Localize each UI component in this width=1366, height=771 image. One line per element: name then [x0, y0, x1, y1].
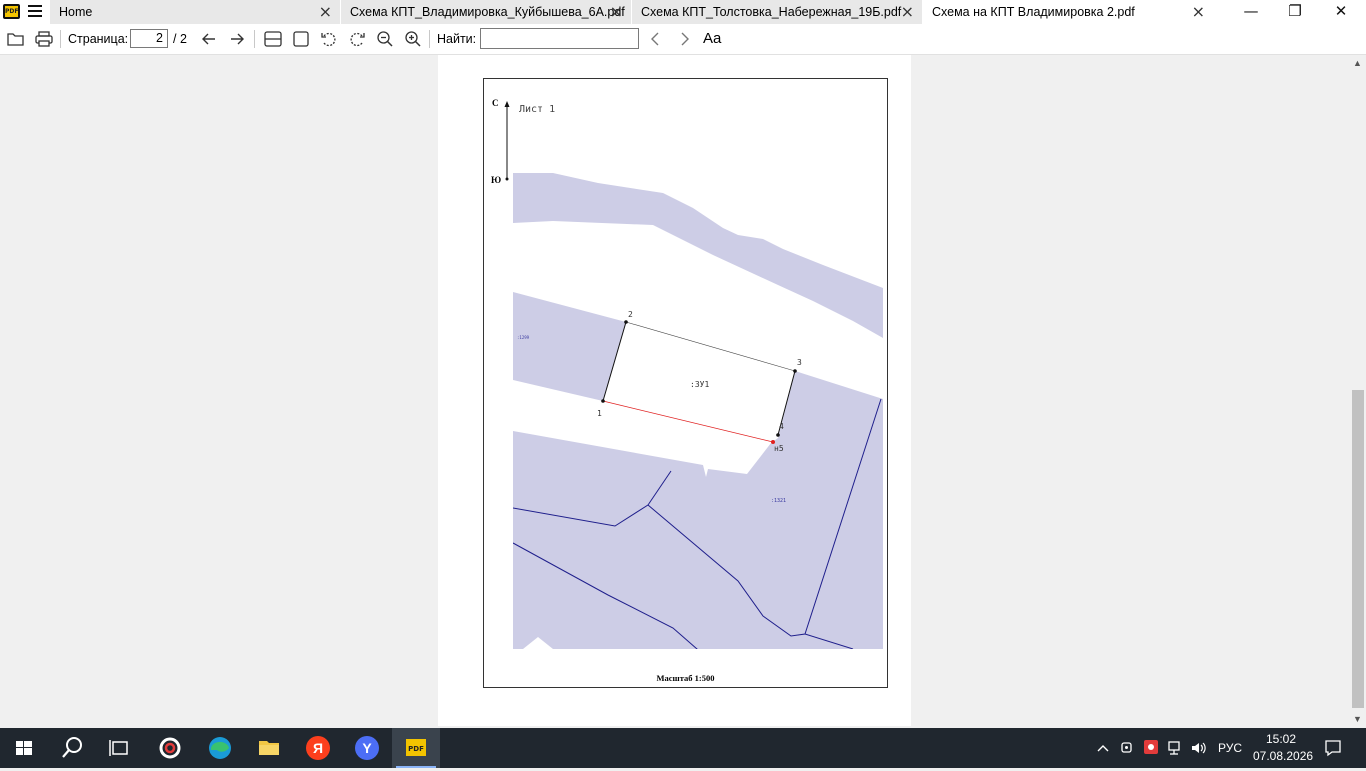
previous-page-icon[interactable]: [199, 29, 219, 49]
webcam-icon[interactable]: [1120, 740, 1134, 756]
find-next-icon[interactable]: [674, 29, 694, 49]
tab-label: Home: [59, 5, 93, 19]
vertex-point: [776, 433, 780, 437]
vertex-point: [793, 369, 797, 373]
edge-icon[interactable]: [196, 728, 244, 768]
svg-text:Y: Y: [362, 740, 372, 756]
point-label: 3: [797, 358, 802, 367]
clock-time[interactable]: 15:02: [1266, 732, 1296, 746]
fit-width-icon[interactable]: [263, 29, 283, 49]
notifications-icon[interactable]: [1324, 739, 1342, 757]
vertex-point: [624, 320, 628, 324]
toolbar-separator: [254, 30, 255, 48]
neighbor-label: :1321: [771, 498, 786, 504]
tab-label: Схема КПТ_Толстовка_Набережная_19Б.pdf: [641, 5, 902, 19]
network-icon[interactable]: [1167, 740, 1185, 756]
page-total: / 2: [173, 32, 187, 46]
svg-text:PDF: PDF: [408, 745, 424, 753]
neighbor-label: :1299: [517, 335, 530, 340]
language-indicator[interactable]: РУС: [1218, 741, 1242, 755]
close-icon[interactable]: ×: [1192, 2, 1205, 21]
toolbar: Страница: 2 / 2 Найти: Aa: [0, 24, 1366, 55]
cadastral-map: 1 2 3 4 н5 :ЗУ1 :1299 :1321: [513, 173, 883, 649]
task-view-icon[interactable]: [96, 728, 144, 768]
toolbar-separator: [60, 30, 61, 48]
north-arrow-icon: [504, 101, 510, 181]
app-tray-icon[interactable]: [1143, 739, 1159, 755]
rotate-right-icon[interactable]: [347, 29, 367, 49]
pdf-page: С Ю Лист 1 1 2 3 4 н5:ЗУ1:1299:1321 М…: [438, 55, 911, 726]
tab-document-2[interactable]: Схема КПТ_Толстовка_Набережная_19Б.pdf ×: [632, 0, 923, 24]
chevron-up-icon[interactable]: [1096, 741, 1110, 755]
ccleaner-icon[interactable]: [146, 728, 194, 768]
yandex-icon[interactable]: Я: [294, 728, 342, 768]
scroll-down-icon[interactable]: ▼: [1353, 714, 1362, 724]
close-icon[interactable]: ×: [319, 2, 332, 21]
vertex-point: [601, 399, 605, 403]
tab-document-1[interactable]: Схема КПТ_Владимировка_Куйбышева_6А.pdf …: [341, 0, 632, 24]
close-window-button[interactable]: ✕: [1318, 0, 1364, 24]
page-label: Страница:: [68, 32, 129, 46]
tab-document-3[interactable]: Схема на КПТ Владимировка 2.pdf ×: [923, 0, 1214, 24]
tab-label: Схема КПТ_Владимировка_Куйбышева_6А.pdf: [350, 5, 625, 19]
document-viewer: С Ю Лист 1 1 2 3 4 н5:ЗУ1:1299:1321 М…: [0, 55, 1350, 728]
vertical-scrollbar[interactable]: ▲ ▼: [1350, 55, 1366, 728]
yandex-browser-icon[interactable]: Y: [343, 728, 391, 768]
print-icon[interactable]: [34, 29, 54, 49]
minimize-button[interactable]: —: [1228, 0, 1274, 24]
start-icon[interactable]: [0, 728, 48, 768]
pdf-reader-icon[interactable]: PDF: [392, 728, 440, 768]
search-icon[interactable]: [48, 728, 96, 768]
app-logo-icon[interactable]: PDF: [3, 4, 20, 19]
close-icon[interactable]: ×: [901, 2, 914, 21]
scroll-up-icon[interactable]: ▲: [1353, 58, 1362, 68]
tab-home[interactable]: Home ×: [50, 0, 341, 24]
zoom-in-icon[interactable]: [403, 29, 423, 49]
find-previous-icon[interactable]: [646, 29, 666, 49]
svg-text:Я: Я: [313, 740, 323, 756]
open-folder-icon[interactable]: [6, 29, 26, 49]
close-icon[interactable]: ×: [610, 2, 623, 21]
find-label: Найти:: [437, 32, 477, 46]
restore-button[interactable]: ❐: [1272, 0, 1318, 24]
clock-date[interactable]: 07.08.2026: [1253, 749, 1313, 763]
match-case-button[interactable]: Aa: [703, 30, 721, 47]
taskbar: Я Y PDF РУС 15:02 07.08.2026: [0, 728, 1366, 768]
file-explorer-icon[interactable]: [245, 728, 293, 768]
parcel-label: :ЗУ1: [690, 380, 709, 389]
tab-bar: PDF Home × Схема КПТ_Владимировка_Куйбыш…: [0, 0, 1366, 24]
menu-icon[interactable]: [28, 5, 42, 18]
volume-icon[interactable]: [1190, 740, 1208, 756]
next-page-icon[interactable]: [227, 29, 247, 49]
fit-page-icon[interactable]: [291, 29, 311, 49]
point-label: 2: [628, 310, 633, 319]
north-label: С: [492, 98, 499, 108]
tab-label: Схема на КПТ Владимировка 2.pdf: [932, 5, 1135, 19]
south-label: Ю: [491, 175, 502, 185]
point-label: н5: [774, 444, 784, 453]
scrollbar-thumb[interactable]: [1352, 390, 1364, 708]
point-label: 1: [597, 409, 602, 418]
scale-label: Масштаб 1:500: [656, 673, 715, 683]
point-label: 4: [779, 422, 784, 431]
zoom-out-icon[interactable]: [375, 29, 395, 49]
search-input[interactable]: [480, 28, 639, 49]
toolbar-separator: [429, 30, 430, 48]
sheet-title: Лист 1: [519, 104, 556, 115]
rotate-left-icon[interactable]: [319, 29, 339, 49]
page-number-input[interactable]: 2: [130, 29, 168, 48]
drawing-frame: С Ю Лист 1 1 2 3 4 н5:ЗУ1:1299:1321 М…: [483, 78, 888, 688]
